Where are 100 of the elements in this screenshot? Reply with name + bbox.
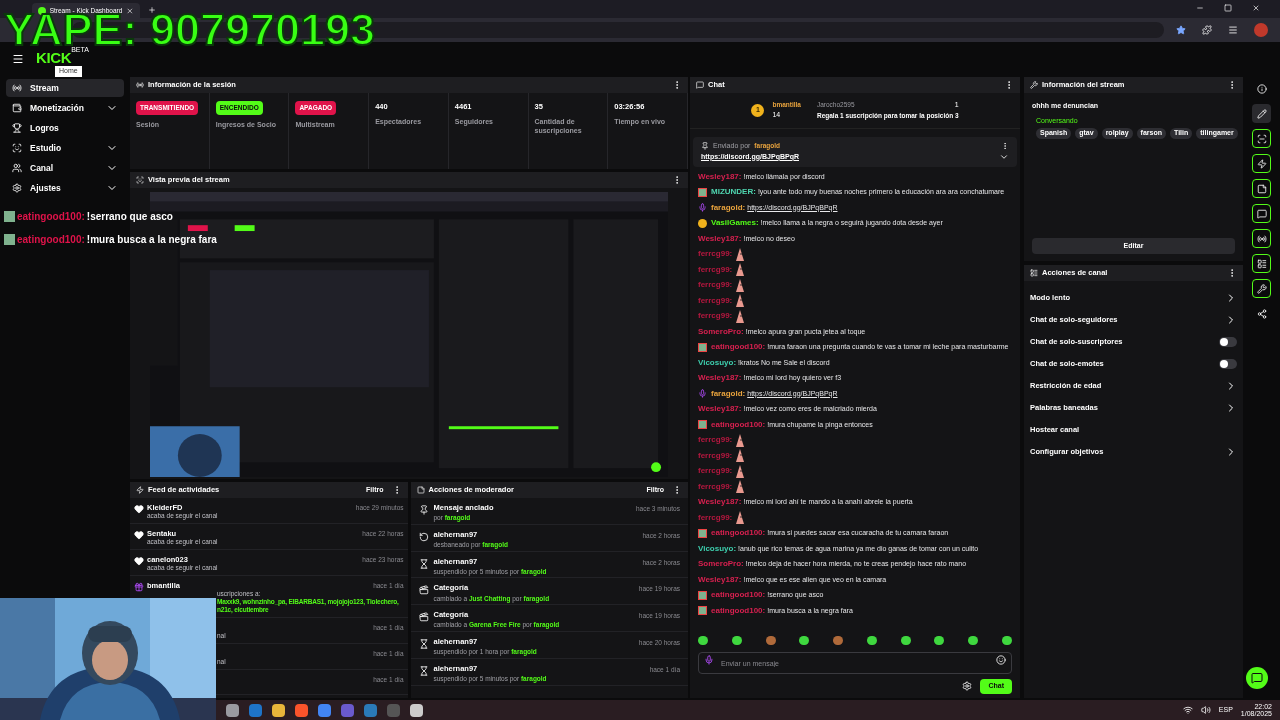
rail-button[interactable] — [1252, 229, 1271, 248]
avatar-icon — [698, 187, 707, 197]
avatar-icon — [698, 342, 707, 352]
app-icon[interactable] — [318, 703, 331, 717]
overlay-username: eatingood100: — [17, 210, 85, 224]
chat-username[interactable]: Wesley187: — [698, 233, 742, 244]
note-icon — [416, 486, 425, 494]
chat-username[interactable]: SomeroPro: — [698, 326, 744, 337]
share-icon — [1256, 308, 1267, 319]
app-icon[interactable] — [272, 703, 285, 717]
chat-username[interactable]: eatingood100: — [711, 590, 766, 601]
rail-button[interactable] — [1252, 179, 1271, 198]
bookmark-star-icon[interactable] — [1176, 25, 1186, 35]
clapperboard-icon — [418, 585, 429, 596]
app-icon[interactable] — [410, 703, 423, 717]
emote-icon[interactable] — [1001, 636, 1012, 645]
rail-button[interactable] — [1252, 279, 1271, 298]
emote-icon[interactable] — [866, 636, 877, 645]
chat-username[interactable]: VasilGames: — [711, 218, 759, 229]
avatar-icon — [4, 211, 15, 222]
pin-icon — [701, 142, 709, 151]
chat-username[interactable]: faragold: — [711, 202, 746, 213]
emote-icon[interactable] — [765, 636, 776, 645]
new-tab-icon[interactable] — [148, 6, 156, 14]
menu-icon[interactable] — [12, 52, 24, 65]
more-icon[interactable] — [1001, 142, 1009, 151]
nav-icon — [12, 83, 22, 93]
profile-avatar[interactable] — [1254, 23, 1268, 37]
nav-icon — [12, 143, 22, 153]
scan-icon — [1256, 133, 1267, 144]
heart-icon — [134, 530, 144, 540]
wrench-icon — [1256, 283, 1267, 294]
coin-icon — [698, 218, 707, 228]
sidebar-item[interactable]: Canal — [6, 159, 124, 177]
chat-icon — [696, 81, 704, 89]
hourglass-icon — [418, 665, 429, 676]
sidebar-item[interactable]: Estudio — [6, 139, 124, 157]
settings-icon[interactable] — [962, 681, 973, 691]
chat-username[interactable]: faragold: — [711, 388, 746, 399]
emote-icon — [736, 480, 745, 494]
chat-username[interactable]: Vicosuyo: — [698, 357, 737, 368]
emote-icon[interactable] — [698, 636, 708, 645]
rail-button[interactable] — [1252, 154, 1271, 173]
emote-icon[interactable] — [799, 636, 810, 645]
bolt-icon — [1256, 158, 1267, 169]
hourglass-icon — [418, 639, 429, 649]
chat-username[interactable]: eatingood100: — [711, 342, 766, 353]
chat-icon — [1251, 672, 1263, 684]
emote-icon[interactable] — [934, 636, 945, 645]
emote-icon — [736, 433, 745, 447]
emote-icon — [736, 294, 745, 308]
chat-username[interactable]: Wesley187: — [698, 373, 742, 384]
bolt-icon — [136, 486, 144, 494]
toggle-switch[interactable] — [1219, 359, 1237, 369]
chat-username[interactable]: MIZUNDER: — [711, 187, 756, 198]
app-icon[interactable] — [226, 703, 239, 717]
rail-button[interactable] — [1252, 254, 1271, 273]
emote-icon[interactable] — [968, 636, 979, 645]
emoji-icon[interactable] — [996, 654, 1006, 665]
volume-icon[interactable] — [1200, 705, 1211, 715]
extensions-icon[interactable] — [1202, 25, 1212, 35]
maximize-icon[interactable] — [1224, 4, 1232, 12]
chat-username[interactable]: eatingood100: — [711, 419, 766, 430]
sidebar-item[interactable]: Stream — [6, 79, 124, 97]
chat-username[interactable]: eatingood100: — [711, 528, 766, 539]
note-icon — [1256, 183, 1267, 194]
emote-icon[interactable] — [833, 636, 844, 645]
app-icon[interactable] — [295, 703, 308, 717]
pin-icon — [418, 505, 429, 515]
mic-icon — [698, 389, 707, 399]
sidebar-item[interactable]: Monetización — [6, 99, 124, 117]
heart-icon — [134, 556, 144, 566]
emote-icon[interactable] — [900, 636, 911, 645]
pencil-icon — [1256, 108, 1267, 119]
emote-icon — [736, 278, 745, 292]
chat-username[interactable]: SomeroPro: — [698, 559, 744, 570]
chat-username[interactable]: Wesley187: — [698, 497, 742, 508]
chat-username[interactable]: Wesley187: — [698, 171, 742, 182]
rail-button[interactable] — [1252, 104, 1271, 123]
chat-username[interactable]: eatingood100: — [711, 605, 766, 616]
nav-icon — [12, 123, 22, 133]
nav-icon — [12, 183, 22, 193]
close-icon[interactable] — [126, 6, 134, 15]
sidebar-item[interactable]: Logros — [6, 119, 124, 137]
chat-username[interactable]: Wesley187: — [698, 404, 742, 415]
wifi-icon[interactable] — [1182, 705, 1193, 715]
layout-icon — [1256, 258, 1267, 269]
emote-icon[interactable] — [731, 636, 742, 645]
rail-button[interactable] — [1252, 204, 1271, 223]
chat-username[interactable]: Vicosuyo: — [698, 543, 737, 554]
sidebar-item[interactable]: Ajustes — [6, 179, 124, 197]
toggle-switch[interactable] — [1219, 337, 1237, 347]
minimize-icon[interactable] — [1196, 4, 1204, 12]
chat-username[interactable]: Wesley187: — [698, 574, 742, 585]
avatar-icon — [4, 234, 15, 245]
mic-icon — [704, 654, 714, 665]
chat-fab[interactable] — [1246, 667, 1268, 689]
layout-icon — [1030, 269, 1038, 277]
close-icon[interactable] — [1252, 4, 1260, 12]
rail-button[interactable] — [1252, 129, 1271, 148]
